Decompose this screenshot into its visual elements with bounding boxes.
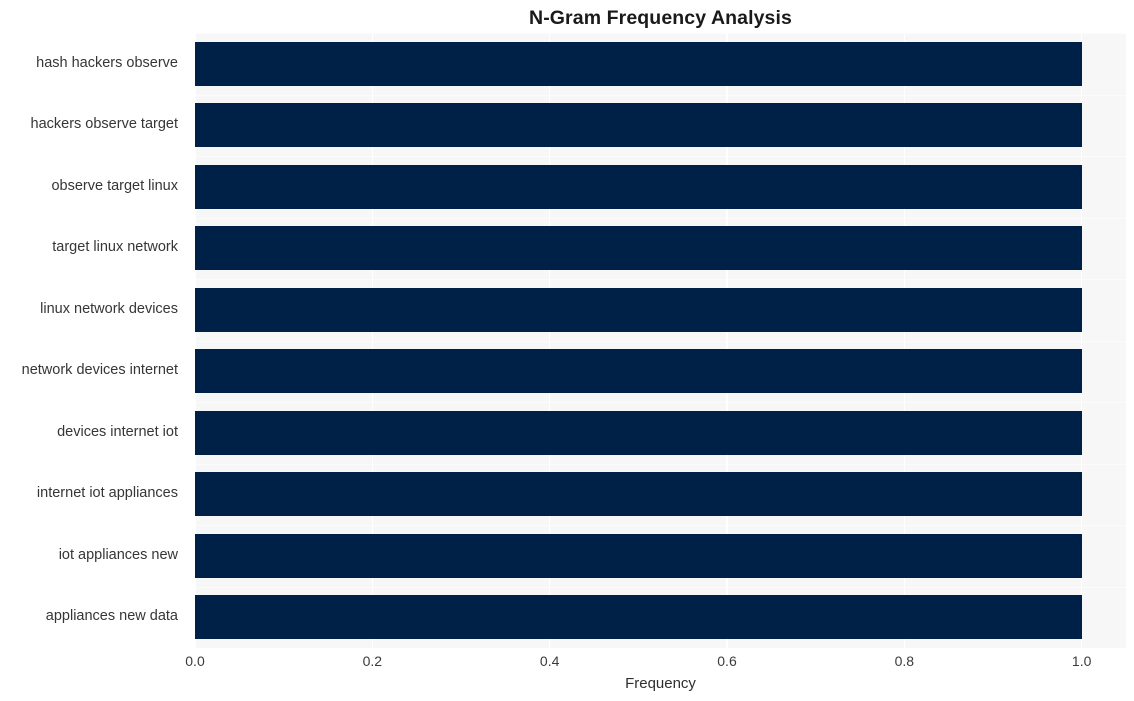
- x-axis-tick-label: 0.0: [185, 653, 205, 669]
- bar: [195, 164, 1082, 209]
- bar: [195, 472, 1082, 517]
- y-axis-tick-label: devices internet iot: [57, 423, 178, 440]
- x-axis-title: Frequency: [625, 675, 696, 692]
- y-axis-tick-labels: hash hackers observe hackers observe targ…: [0, 33, 186, 648]
- x-axis-tick-label: 0.4: [539, 653, 560, 669]
- horizontal-gridline: [195, 156, 1126, 158]
- y-axis-tick-label: hackers observe target: [30, 116, 179, 133]
- horizontal-gridline: [195, 279, 1126, 281]
- chart-figure: N-Gram Frequency Analysis hash hackers o…: [0, 0, 1134, 701]
- chart-title: N-Gram Frequency Analysis: [529, 7, 792, 29]
- y-axis-tick-label: linux network devices: [40, 300, 178, 317]
- x-axis-tick-label: 1.0: [1071, 653, 1092, 669]
- horizontal-gridline: [195, 402, 1126, 404]
- plot-area: [195, 33, 1126, 648]
- y-axis-tick-label: internet iot appliances: [36, 485, 178, 502]
- horizontal-gridline: [195, 586, 1126, 588]
- x-axis-tick-labels: 0.0 0.2 0.4 0.6 0.8 1.0: [185, 652, 1126, 674]
- y-axis-tick-label: appliances new data: [45, 608, 178, 625]
- bar: [195, 41, 1082, 86]
- y-axis-tick-label: observe target linux: [51, 177, 178, 194]
- horizontal-gridline: [195, 525, 1126, 527]
- bar: [195, 226, 1082, 271]
- bar: [195, 349, 1082, 394]
- x-axis-tick-label: 0.6: [717, 653, 737, 669]
- bar: [195, 103, 1082, 148]
- bar: [195, 287, 1082, 332]
- horizontal-gridline: [195, 340, 1126, 342]
- x-axis-tick-label: 0.2: [362, 653, 383, 669]
- y-axis-tick-label: iot appliances new: [58, 546, 178, 563]
- y-axis-tick-label: target linux network: [52, 239, 178, 256]
- horizontal-gridline: [195, 33, 1126, 35]
- x-axis-tick-label: 0.8: [894, 653, 915, 669]
- horizontal-gridline: [195, 217, 1126, 219]
- y-axis-tick-label: network devices internet: [21, 362, 178, 379]
- horizontal-gridline: [195, 94, 1126, 96]
- horizontal-gridline: [195, 463, 1126, 465]
- bar: [195, 533, 1082, 578]
- bar: [195, 410, 1082, 455]
- y-axis-tick-label: hash hackers observe: [36, 54, 178, 71]
- bar: [195, 595, 1082, 640]
